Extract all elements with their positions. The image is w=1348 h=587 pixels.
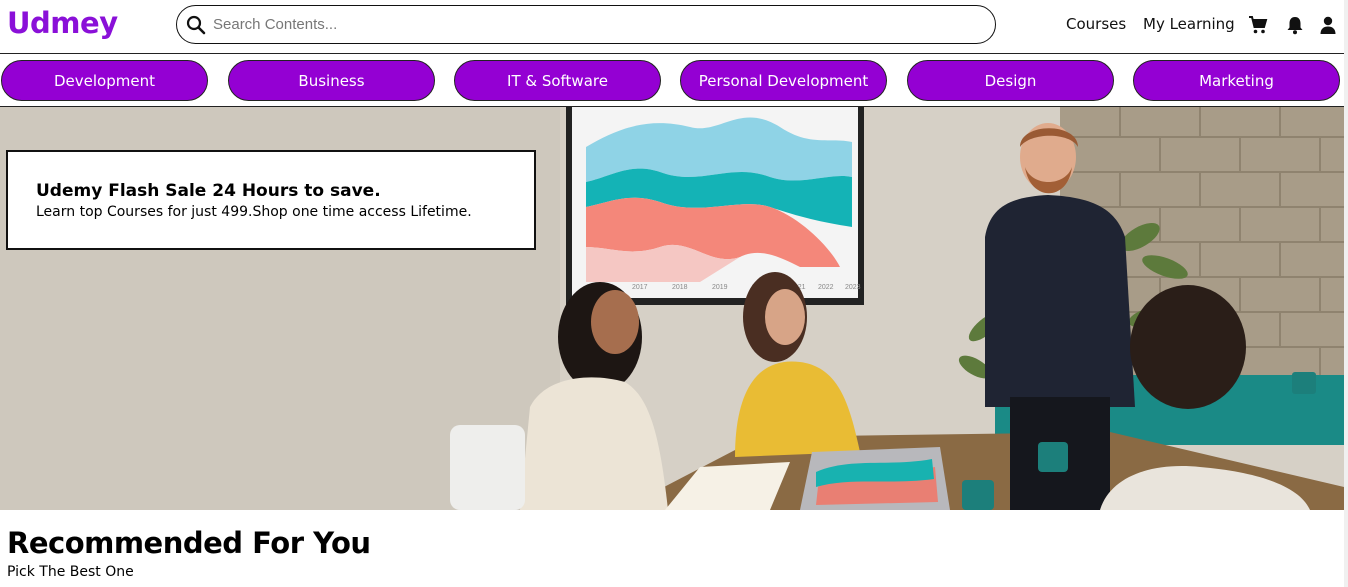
logo[interactable]: Udmey (7, 6, 118, 40)
bell-icon[interactable] (1285, 15, 1305, 35)
promo-banner[interactable]: Udemy Flash Sale 24 Hours to save. Learn… (6, 150, 536, 250)
section-subtitle: Pick The Best One (7, 564, 134, 580)
top-navbar: Udmey Courses My Learning (0, 0, 1348, 54)
svg-text:2019: 2019 (712, 284, 728, 291)
search-bar[interactable] (176, 5, 996, 44)
svg-text:2018: 2018 (672, 284, 688, 291)
search-input[interactable] (213, 11, 973, 38)
category-design-button[interactable]: Design (907, 60, 1114, 101)
category-bar: Development Business IT & Software Perso… (0, 55, 1348, 107)
cart-icon[interactable] (1248, 15, 1268, 35)
section-title: Recommended For You (7, 526, 371, 560)
category-development-button[interactable]: Development (1, 60, 208, 101)
nav-courses-link[interactable]: Courses (1066, 15, 1126, 33)
category-marketing-button[interactable]: Marketing (1133, 60, 1340, 101)
svg-text:2017: 2017 (632, 284, 648, 291)
category-it-software-button[interactable]: IT & Software (454, 60, 661, 101)
user-icon[interactable] (1318, 15, 1338, 35)
scrollbar[interactable] (1344, 0, 1348, 587)
search-icon[interactable] (186, 15, 206, 35)
category-personal-development-button[interactable]: Personal Development (680, 60, 887, 101)
promo-title: Udemy Flash Sale 24 Hours to save. (36, 181, 381, 201)
svg-text:2023: 2023 (845, 284, 861, 291)
hero-banner: 201720182019 2020202120222023 (0, 107, 1344, 510)
category-business-button[interactable]: Business (228, 60, 435, 101)
nav-my-learning-link[interactable]: My Learning (1143, 15, 1235, 33)
svg-text:2022: 2022 (818, 284, 834, 291)
promo-text: Learn top Courses for just 499.Shop one … (36, 204, 472, 220)
